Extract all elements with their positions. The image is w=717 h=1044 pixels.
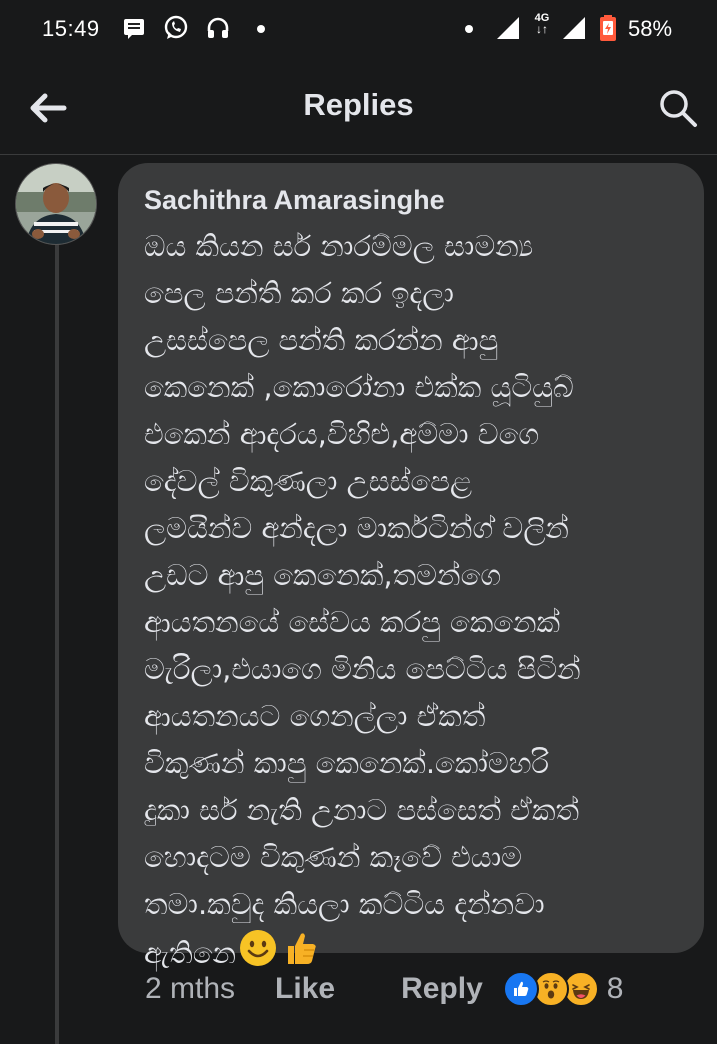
search-button[interactable] bbox=[652, 82, 704, 134]
comment-body: ඔය කියන සර් නාරම්මල සාමන්‍ය පෙල පන්ති කර… bbox=[144, 223, 678, 982]
signal-icon bbox=[560, 14, 588, 42]
status-bar: 15:49 4G ↓↑ 58% bbox=[0, 0, 717, 60]
battery-percentage: 58% bbox=[628, 16, 673, 41]
search-icon bbox=[660, 90, 697, 127]
app-header: Replies bbox=[0, 60, 717, 155]
reply-button[interactable]: Reply bbox=[401, 972, 483, 1006]
comment-timestamp[interactable]: 2 mths bbox=[145, 972, 235, 1006]
notification-dot bbox=[257, 25, 265, 33]
whatsapp-icon bbox=[162, 14, 190, 42]
headphones-icon bbox=[204, 14, 232, 42]
battery-icon bbox=[598, 14, 618, 42]
page-title: Replies bbox=[303, 87, 414, 122]
wifi-icon bbox=[494, 14, 522, 42]
data-arrows-icon: ↓↑ bbox=[536, 22, 548, 36]
avatar[interactable] bbox=[15, 163, 97, 245]
like-button[interactable]: Like bbox=[275, 972, 335, 1006]
profile-photo bbox=[16, 164, 96, 244]
message-icon bbox=[120, 14, 148, 42]
author-name[interactable]: Sachithra Amarasinghe bbox=[144, 183, 678, 217]
reactions-summary[interactable]: 8 bbox=[502, 971, 624, 1007]
comment-text: ඔය කියන සර් නාරම්මල සාමන්‍ය පෙල පන්ති කර… bbox=[144, 229, 581, 970]
status-time: 15:49 bbox=[42, 16, 100, 41]
reaction-count: 8 bbox=[606, 972, 624, 1005]
notification-dot-right bbox=[465, 25, 473, 33]
thread-line bbox=[55, 244, 59, 1044]
comment-bubble[interactable]: Sachithra Amarasinghe ඔය කියන සර් නාරම්ම… bbox=[118, 163, 704, 970]
like-reaction-icon bbox=[502, 971, 539, 1007]
comment-actions: 2 mths Like Reply 8 bbox=[145, 965, 623, 1013]
network-type: 4G ↓↑ bbox=[530, 10, 554, 38]
